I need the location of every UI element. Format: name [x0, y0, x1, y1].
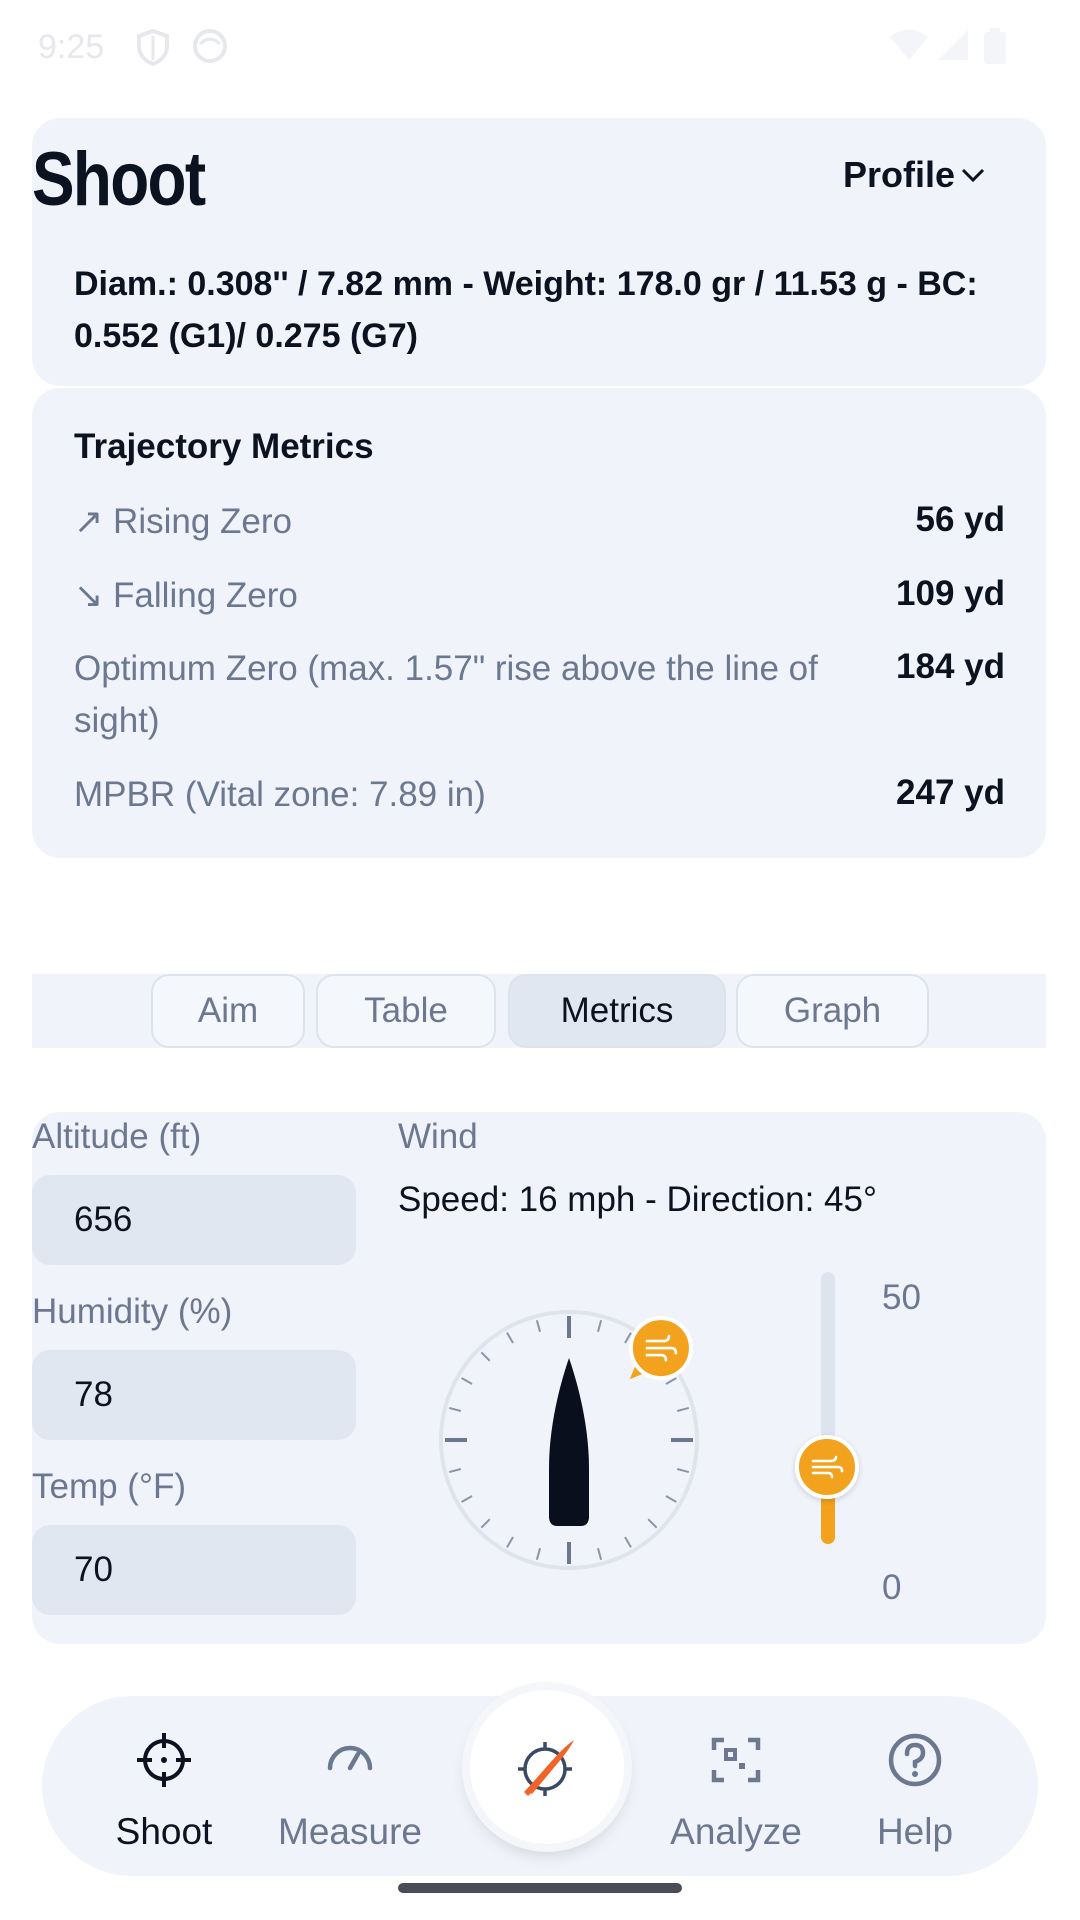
- nav-item-analyze[interactable]: Analyze: [636, 1730, 836, 1853]
- face-icon: [193, 29, 227, 63]
- bullet-target-icon: [518, 1740, 574, 1796]
- humidity-input[interactable]: 78: [32, 1350, 356, 1440]
- dial-tick: [535, 1547, 541, 1561]
- page-title: Shoot: [32, 137, 206, 222]
- wifi-icon: [890, 29, 928, 60]
- nav-label-analyze: Analyze: [670, 1811, 802, 1852]
- metric-label-optimum-zero: Optimum Zero (max. 1.57" rise above the …: [74, 649, 818, 740]
- center-action-button[interactable]: [470, 1690, 624, 1844]
- altitude-label: Altitude (ft): [32, 1117, 202, 1156]
- help-icon: [888, 1733, 942, 1787]
- dial-tick: [506, 1332, 514, 1344]
- dial-tick: [535, 1319, 541, 1333]
- shield-icon: [137, 28, 169, 66]
- profile-dropdown[interactable]: Profile: [843, 154, 955, 196]
- status-time: 9:25: [38, 28, 105, 66]
- bullet-info: Diam.: 0.308'' / 7.82 mm - Weight: 178.0…: [74, 265, 978, 355]
- signal-icon: [938, 30, 968, 60]
- wind-icon: [811, 1455, 844, 1479]
- tab-metrics[interactable]: Metrics: [508, 974, 726, 1048]
- battery-icon: [984, 28, 1006, 64]
- wind-direction-marker: [628, 1316, 693, 1381]
- nav-label-measure: Measure: [278, 1811, 422, 1852]
- scan-icon: [711, 1737, 761, 1783]
- dial-tick: [480, 1351, 491, 1362]
- slider-min-label: 0: [882, 1568, 902, 1607]
- nav-item-help[interactable]: Help: [815, 1730, 1015, 1853]
- dial-tick: [597, 1319, 603, 1333]
- temp-label: Temp (°F): [32, 1467, 186, 1506]
- metric-value-mpbr: 247 yd: [896, 773, 1005, 812]
- dial-tick: [647, 1518, 658, 1529]
- humidity-label: Humidity (%): [32, 1292, 233, 1331]
- tab-aim[interactable]: Aim: [151, 974, 305, 1048]
- nav-label-help: Help: [876, 1811, 954, 1852]
- wind-direction-dial[interactable]: [420, 1300, 720, 1600]
- nav-item-measure[interactable]: Measure: [250, 1730, 450, 1853]
- metric-label-falling-zero: ↘ Falling Zero: [74, 576, 298, 615]
- altitude-input[interactable]: 656: [32, 1175, 356, 1265]
- metric-value-rising-zero: 56 yd: [915, 500, 1006, 539]
- dial-tick: [624, 1536, 632, 1548]
- metrics-title: Trajectory Metrics: [74, 427, 374, 466]
- metric-value-falling-zero: 109 yd: [896, 574, 1005, 613]
- dial-tick: [461, 1377, 473, 1385]
- slider-max-label: 50: [882, 1278, 921, 1317]
- wind-summary: Speed: 16 mph - Direction: 45°: [398, 1180, 877, 1219]
- crosshair-icon: [137, 1733, 191, 1787]
- temp-input[interactable]: 70: [32, 1525, 356, 1615]
- dial-tick: [676, 1406, 690, 1412]
- gauge-icon: [327, 1745, 373, 1771]
- nav-item-shoot[interactable]: Shoot: [64, 1730, 264, 1853]
- dial-tick: [480, 1518, 491, 1529]
- metric-label-mpbr: MPBR (Vital zone: 7.89 in): [74, 775, 486, 814]
- dial-tick: [665, 1495, 677, 1503]
- dial-tick: [448, 1468, 462, 1474]
- wind-speed-slider-handle[interactable]: [795, 1434, 859, 1499]
- dial-tick: [676, 1468, 690, 1474]
- dial-tick: [448, 1406, 462, 1412]
- wind-label: Wind: [398, 1117, 478, 1156]
- dial-tick: [597, 1547, 603, 1561]
- chevron-down-icon[interactable]: [958, 160, 988, 190]
- tab-graph[interactable]: Graph: [736, 974, 929, 1048]
- metric-label-rising-zero: ↗ Rising Zero: [74, 502, 292, 541]
- bullet-shape: [549, 1358, 589, 1526]
- dial-tick: [461, 1495, 473, 1503]
- home-indicator[interactable]: [398, 1883, 682, 1893]
- tab-table[interactable]: Table: [316, 974, 496, 1048]
- metric-value-optimum-zero: 184 yd: [896, 647, 1005, 686]
- dial-tick: [506, 1536, 514, 1548]
- nav-label-shoot: Shoot: [115, 1811, 213, 1852]
